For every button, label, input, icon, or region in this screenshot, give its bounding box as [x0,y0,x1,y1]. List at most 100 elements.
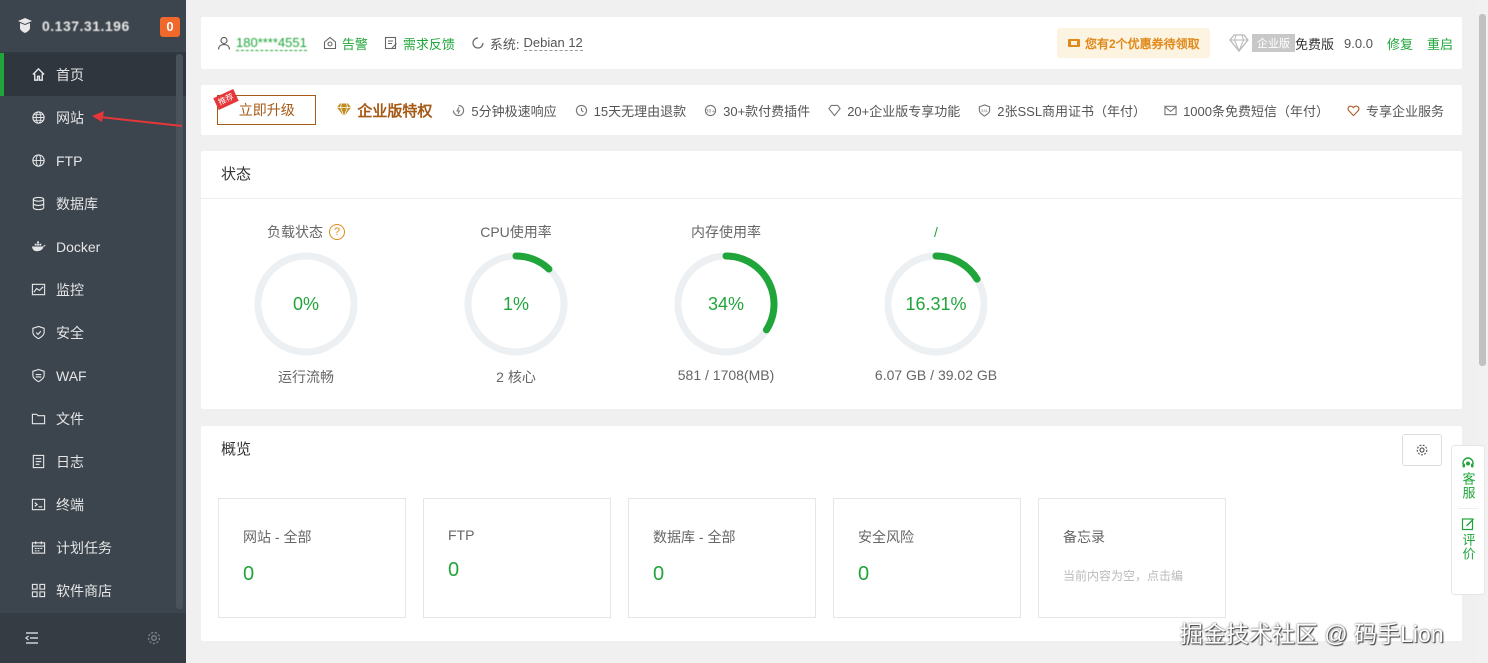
heart-service-icon [1347,105,1360,116]
sidebar-item-monitor[interactable]: 监控 [0,268,186,311]
gear-icon[interactable] [146,630,162,646]
sidebar-item-home[interactable]: 首页 [0,53,186,96]
sidebar-item-cron[interactable]: 计划任务 [0,526,186,569]
overview-ftp[interactable]: FTP 0 [423,498,611,618]
system-value: Debian 12 [523,35,583,51]
plugin-badge-icon: 30+ [704,104,717,116]
edition-label: 免费版 [1295,36,1335,52]
gauge-value: 16.31% [905,294,966,314]
sidebar-item-app-store[interactable]: 软件商店 [0,569,186,612]
overview-value[interactable]: 0 [653,563,815,586]
coupon-banner[interactable]: 您有2个优惠券待领取 [1057,28,1210,58]
sidebar-item-label: 首页 [56,66,84,83]
enterprise-badge[interactable]: 企业版 [1252,34,1295,52]
restart-button[interactable]: 重启 [1427,34,1453,53]
overview-websites[interactable]: 网站 - 全部 0 [218,498,406,618]
overview-label: FTP [448,527,475,543]
mail-icon [1164,105,1177,115]
review-button[interactable]: 评价 [1461,517,1476,561]
gauge-ring: 0% [254,252,358,356]
sidebar-item-logs[interactable]: 日志 [0,440,186,483]
sidebar-item-files[interactable]: 文件 [0,397,186,440]
review-label: 评价 [1460,533,1476,561]
overview-databases[interactable]: 数据库 - 全部 0 [628,498,816,618]
overview-security-risks[interactable]: 安全风险 0 [833,498,1021,618]
gauge-title-row: 内存使用率 [636,221,816,243]
edit-icon [1461,518,1474,531]
waf-shield-icon [30,368,46,384]
coupon-text: 您有2个优惠券待领取 [1085,36,1200,51]
status-title: 状态 [201,151,1462,199]
server-header[interactable]: 0.137.31.196 [0,0,186,53]
disk-gauge[interactable]: / 16.31% 6.07 GB / 39.02 GB [846,221,1026,383]
apps-grid-icon [30,583,46,599]
overview-value[interactable]: 0 [243,563,405,586]
gauge-value: 0% [293,294,319,314]
database-icon [30,196,46,212]
customer-service-label: 客服 [1460,472,1476,500]
sidebar-item-label: 日志 [56,453,84,470]
load-gauge[interactable]: 负载状态 ? 0% 运行流畅 [216,221,396,387]
log-icon [30,454,46,470]
coupon-ticket-icon [1068,39,1080,47]
sidebar-item-label: 软件商店 [56,582,112,599]
headset-icon [1462,457,1474,468]
memory-gauge[interactable]: 内存使用率 34% 581 / 1708(MB) [636,221,816,383]
repair-button[interactable]: 修复 [1387,34,1413,53]
overview-title: 概览 [221,441,252,458]
overview-label: 网站 - 全部 [243,529,312,545]
perk-text: 专享企业服务 [1365,103,1444,119]
username-link[interactable]: 180****4551 [236,35,307,51]
system-spinner-icon [472,37,484,49]
perk-ssl: SSL 2张SSL商用证书（年付） [978,101,1146,120]
gauge-title: 负载状态 [267,224,323,240]
overview-value[interactable]: 0 [448,559,610,582]
gauge-title-row: 负载状态 ? [216,221,396,243]
sidebar-item-security[interactable]: 安全 [0,311,186,354]
terminal-icon [30,497,46,513]
notification-count-badge[interactable]: 0 [160,17,180,37]
gauge-subtext: 581 / 1708(MB) [677,367,775,383]
sidebar-item-label: 文件 [56,410,84,427]
memo-placeholder[interactable]: 当前内容为空，点击编 [1063,567,1225,584]
home-icon [30,67,46,83]
ssl-certificate-icon: SSL [979,103,991,117]
overview-label: 数据库 - 全部 [653,529,736,545]
gauge-value: 34% [708,294,744,314]
sidebar-item-terminal[interactable]: 终端 [0,483,186,526]
user-account[interactable]: 180****4551 [217,35,307,51]
sidebar-scrollbar[interactable] [176,54,183,609]
folder-icon [30,411,46,427]
docker-icon [30,239,46,255]
svg-text:SSL: SSL [981,108,989,112]
gauge-title: / [934,224,938,240]
gauge-subtext: 2 核心 [496,369,536,385]
alert-link[interactable]: 告警 [323,34,368,53]
alert-label: 告警 [341,36,368,52]
enterprise-title-text: 企业版特权 [357,102,433,120]
cpu-gauge[interactable]: CPU使用率 1% 2 核心 [426,221,606,387]
gear-icon [1416,444,1428,456]
gauge-title-row: CPU使用率 [426,221,606,243]
gauge-title: 内存使用率 [691,224,761,240]
sidebar-item-waf[interactable]: WAF [0,354,186,397]
collapse-menu-icon[interactable] [24,630,40,646]
sidebar-item-ftp[interactable]: FTP [0,139,186,182]
edition-info: 企业版 免费版 9.0.0 修复 重启 [1229,17,1453,69]
overview-memo[interactable]: 备忘录 当前内容为空，点击编 [1038,498,1226,618]
gauge-title-row: / [846,221,1026,243]
top-info-bar: 180****4551 告警 需求反馈 系统: Debian 12 您有2个优惠… [201,17,1462,69]
overview-value[interactable]: 0 [858,563,1020,586]
gauge-subtext: 6.07 GB / 39.02 GB [874,367,998,383]
customer-service-button[interactable]: 客服 [1461,456,1476,500]
page-scrollbar-thumb[interactable] [1479,14,1486,366]
sidebar-item-docker[interactable]: Docker [0,225,186,268]
sidebar-item-database[interactable]: 数据库 [0,182,186,225]
upgrade-button[interactable]: 推荐 立即升级 [213,88,317,125]
feedback-link[interactable]: 需求反馈 [384,34,455,53]
floating-service-panel: 客服 评价 [1451,445,1485,595]
help-icon[interactable]: ? [329,224,345,240]
perk-enterprise-service: 专享企业服务 [1347,101,1444,120]
sidebar-item-label: 网站 [56,109,84,126]
overview-settings-button[interactable] [1402,434,1442,466]
